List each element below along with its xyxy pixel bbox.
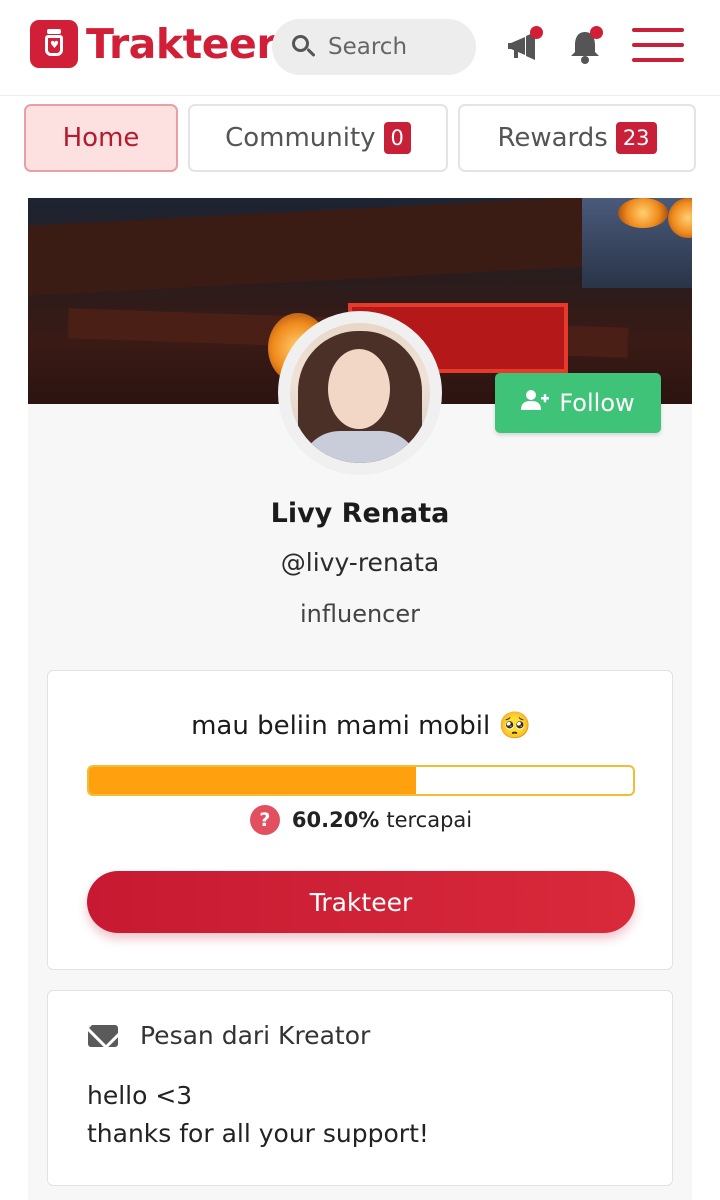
megaphone-icon[interactable] bbox=[505, 26, 545, 66]
tab-label: Rewards bbox=[497, 123, 608, 153]
search-bar[interactable] bbox=[272, 19, 476, 75]
creator-role: influencer bbox=[299, 600, 420, 628]
creator-name: Livy Renata bbox=[270, 498, 450, 529]
question-icon[interactable]: ? bbox=[249, 805, 280, 835]
percent-suffix: tercapai bbox=[386, 808, 473, 832]
message-line: thanks for all your support! bbox=[87, 1119, 429, 1148]
search-icon bbox=[292, 35, 316, 59]
percent-value: 60.20% bbox=[291, 808, 380, 832]
logo-text: Trakteer bbox=[86, 20, 277, 68]
follow-button[interactable]: Follow bbox=[495, 373, 661, 433]
count-badge: 23 bbox=[615, 122, 657, 154]
count-badge: 0 bbox=[383, 122, 411, 154]
goal-title: mau beliin mami mobil 🥺 bbox=[191, 711, 531, 741]
add-user-icon bbox=[521, 389, 550, 417]
nav-tabs: Home Community 0 Rewards 23 bbox=[24, 104, 696, 172]
hamburger-menu-icon[interactable] bbox=[632, 26, 684, 64]
message-heading: Pesan dari Kreator bbox=[88, 1021, 370, 1050]
envelope-icon bbox=[88, 1024, 118, 1047]
tab-label: Home bbox=[62, 123, 140, 153]
tab-community[interactable]: Community 0 bbox=[188, 104, 448, 172]
goal-progress-bar bbox=[87, 765, 635, 796]
goal-card: mau beliin mami mobil 🥺 ? 60.20% tercapa… bbox=[47, 670, 673, 970]
trakteer-button[interactable]: Trakteer bbox=[87, 871, 635, 933]
message-body: hello <3 thanks for all your support! bbox=[87, 1077, 429, 1153]
trakteer-logo[interactable]: ♥ Trakteer bbox=[30, 20, 277, 68]
message-line: hello <3 bbox=[87, 1081, 193, 1110]
tab-home[interactable]: Home bbox=[24, 104, 178, 172]
profile-photo bbox=[290, 323, 430, 463]
search-input[interactable] bbox=[328, 34, 468, 60]
cup-icon: ♥ bbox=[30, 20, 78, 68]
notification-dot bbox=[530, 26, 543, 39]
goal-percent: ? 60.20% tercapai bbox=[48, 805, 674, 835]
tab-label: Community bbox=[225, 123, 376, 153]
bell-icon[interactable] bbox=[565, 26, 605, 66]
message-heading-text: Pesan dari Kreator bbox=[140, 1021, 371, 1050]
creator-handle: @livy-renata bbox=[280, 548, 440, 577]
profile-card: Follow Livy Renata @livy-renata influenc… bbox=[28, 198, 692, 1200]
progress-fill bbox=[89, 767, 417, 794]
creator-message-card: Pesan dari Kreator hello <3 thanks for a… bbox=[47, 990, 673, 1186]
top-header: ♥ Trakteer bbox=[0, 0, 720, 96]
follow-label: Follow bbox=[559, 389, 635, 417]
notification-dot bbox=[590, 26, 603, 39]
avatar bbox=[278, 311, 442, 475]
tab-rewards[interactable]: Rewards 23 bbox=[458, 104, 696, 172]
